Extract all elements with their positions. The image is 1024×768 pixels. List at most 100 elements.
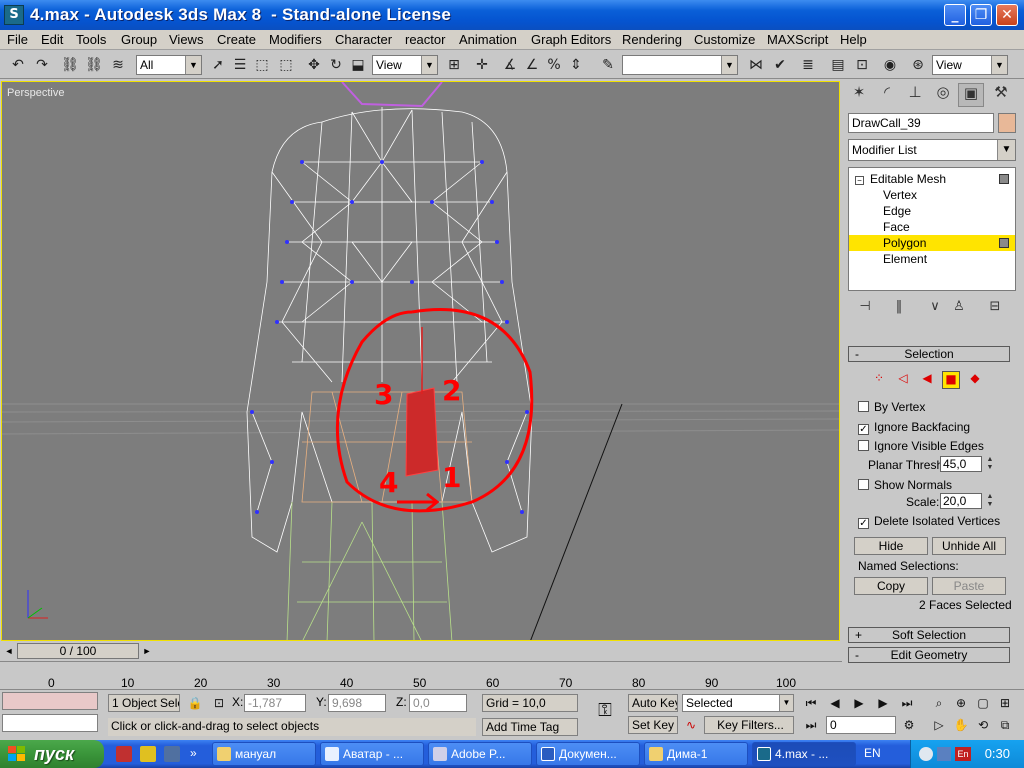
align-icon[interactable]: ✔	[770, 55, 790, 75]
arc-rotate-icon[interactable]: ⟲	[974, 716, 992, 734]
undo-icon[interactable]: ↶	[8, 55, 28, 75]
scale-icon[interactable]: ⬓	[348, 55, 368, 75]
by-vertex-checkbox[interactable]: By Vertex	[858, 400, 925, 414]
hide-button[interactable]: Hide	[854, 537, 928, 555]
display-tab-icon[interactable]: ▣	[958, 83, 984, 107]
selection-filter-dropdown[interactable]: All ▼	[136, 55, 202, 75]
menu-rendering[interactable]: Rendering	[622, 32, 682, 47]
viewport-label[interactable]: Perspective	[7, 87, 64, 99]
snap-toggle-icon[interactable]: ∡	[500, 55, 520, 75]
quicklaunch-tool-icon[interactable]	[164, 746, 180, 762]
zoom-extents-all-icon[interactable]: ⊞	[996, 694, 1014, 712]
window-crossing-icon[interactable]: ⬚	[276, 55, 296, 75]
key-filters-button[interactable]: Key Filters...	[704, 716, 794, 734]
mirror-icon[interactable]: ⋈	[746, 55, 766, 75]
planar-thresh-input[interactable]: 45,0	[940, 456, 982, 472]
make-unique-icon[interactable]: ∨	[926, 299, 944, 317]
bind-spacewarp-icon[interactable]: ≋	[108, 55, 128, 75]
close-button[interactable]: ✕	[996, 4, 1018, 26]
default-tangent-icon[interactable]: ∿	[682, 716, 700, 734]
pin-stack-icon[interactable]: ⊣	[856, 299, 874, 317]
collapse-icon[interactable]: −	[855, 176, 864, 185]
maxscript-listener-mini[interactable]	[2, 692, 98, 710]
stack-item-element[interactable]: Element	[849, 251, 1015, 267]
key-mode-toggle-icon[interactable]: ⏭	[802, 716, 820, 734]
edge-mode-icon[interactable]: ◁	[894, 371, 912, 389]
perspective-viewport[interactable]: 3 2 4 1 Perspective	[1, 81, 840, 641]
remove-modifier-icon[interactable]: ♙	[950, 299, 968, 317]
utilities-tab-icon[interactable]: ⚒	[988, 83, 1014, 107]
maxscript-input[interactable]	[2, 714, 98, 732]
time-config-icon[interactable]: ⚙	[900, 716, 918, 734]
percent-snap-icon[interactable]: %	[544, 55, 564, 75]
redo-icon[interactable]: ↷	[32, 55, 52, 75]
time-slider-handle[interactable]: 0 / 100	[17, 643, 139, 659]
stack-item-editable-mesh[interactable]: − Editable Mesh	[849, 171, 1015, 187]
face-mode-icon[interactable]: ◀	[918, 371, 936, 389]
task-dima[interactable]: Дима-1	[644, 742, 748, 766]
prev-frame-arrow-icon[interactable]: ◄	[2, 643, 16, 659]
key-icon[interactable]: ⚿	[590, 702, 620, 720]
menu-group[interactable]: Group	[121, 32, 157, 47]
menu-tools[interactable]: Tools	[76, 32, 106, 47]
maximize-viewport-icon[interactable]: ⧉	[996, 716, 1014, 734]
curve-editor-icon[interactable]: ▤	[828, 55, 848, 75]
x-coordinate[interactable]: -1,787	[244, 694, 306, 712]
volume-icon[interactable]	[937, 747, 951, 761]
lock-icon[interactable]: 🔒	[186, 694, 204, 712]
z-coordinate[interactable]: 0,0	[409, 694, 467, 712]
unlink-icon[interactable]: ⛓	[84, 55, 104, 75]
region-select-icon[interactable]: ⬚	[252, 55, 272, 75]
select-object-icon[interactable]: ➚	[208, 55, 228, 75]
stack-toggle-icon[interactable]	[999, 238, 1009, 248]
language-indicator[interactable]: EN	[864, 746, 881, 760]
show-end-result-icon[interactable]: ‖	[890, 299, 908, 317]
menu-create[interactable]: Create	[217, 32, 256, 47]
render-scene-icon[interactable]: ⊛	[908, 55, 928, 75]
set-key-button[interactable]: Set Key	[628, 716, 678, 734]
time-slider[interactable]: ◄ 0 / 100 ►	[0, 642, 842, 660]
named-selection-dropdown[interactable]: ▼	[622, 55, 738, 75]
task-manual[interactable]: мануал	[212, 742, 316, 766]
pivot-center-icon[interactable]: ⊞	[444, 55, 464, 75]
stack-item-face[interactable]: Face	[849, 219, 1015, 235]
quicklaunch-media-icon[interactable]	[140, 746, 156, 762]
object-color-swatch[interactable]	[998, 113, 1016, 133]
task-avatar[interactable]: Аватар - ...	[320, 742, 424, 766]
pan-icon[interactable]: ✋	[952, 716, 970, 734]
track-bar[interactable]: 0 10 20 30 40 50 60 70 80 90 100	[0, 661, 842, 690]
go-to-end-icon[interactable]: ⏭	[898, 694, 916, 712]
app-icon[interactable]: S	[4, 5, 24, 25]
paste-button[interactable]: Paste	[932, 577, 1006, 595]
y-coordinate[interactable]: 9,698	[328, 694, 386, 712]
menu-help[interactable]: Help	[840, 32, 867, 47]
vertex-mode-icon[interactable]: ⁘	[870, 371, 888, 389]
modify-tab-icon[interactable]: ◜	[874, 83, 900, 107]
task-adobe[interactable]: Adobe P...	[428, 742, 532, 766]
menu-animation[interactable]: Animation	[459, 32, 517, 47]
rotate-icon[interactable]: ↻	[326, 55, 346, 75]
fov-icon[interactable]: ▷	[930, 716, 948, 734]
menu-maxscript[interactable]: MAXScript	[767, 32, 828, 47]
menu-reactor[interactable]: reactor	[405, 32, 445, 47]
menu-views[interactable]: Views	[169, 32, 203, 47]
ignore-backfacing-checkbox[interactable]: ✓ Ignore Backfacing	[858, 420, 970, 435]
menu-customize[interactable]: Customize	[694, 32, 755, 47]
copy-button[interactable]: Copy	[854, 577, 928, 595]
stack-item-polygon[interactable]: Polygon	[849, 235, 1015, 251]
material-editor-icon[interactable]: ◉	[880, 55, 900, 75]
menu-file[interactable]: File	[7, 32, 28, 47]
spinner-icon[interactable]: ▲ ▼	[985, 456, 995, 472]
selection-rollout-header[interactable]: - Selection	[848, 346, 1010, 362]
select-manipulate-icon[interactable]: ✛	[472, 55, 492, 75]
element-mode-icon[interactable]: ◆	[966, 371, 984, 389]
maximize-button[interactable]: ❐	[970, 4, 992, 26]
next-frame-arrow-icon[interactable]: ►	[140, 643, 154, 659]
scale-input[interactable]: 20,0	[940, 493, 982, 509]
stack-item-vertex[interactable]: Vertex	[849, 187, 1015, 203]
object-name-field[interactable]: DrawCall_39	[848, 113, 994, 133]
move-icon[interactable]: ✥	[304, 55, 324, 75]
quicklaunch-app-icon[interactable]	[116, 746, 132, 762]
edit-geometry-rollout-header[interactable]: - Edit Geometry	[848, 647, 1010, 663]
spinner-icon[interactable]: ▲ ▼	[985, 493, 995, 509]
